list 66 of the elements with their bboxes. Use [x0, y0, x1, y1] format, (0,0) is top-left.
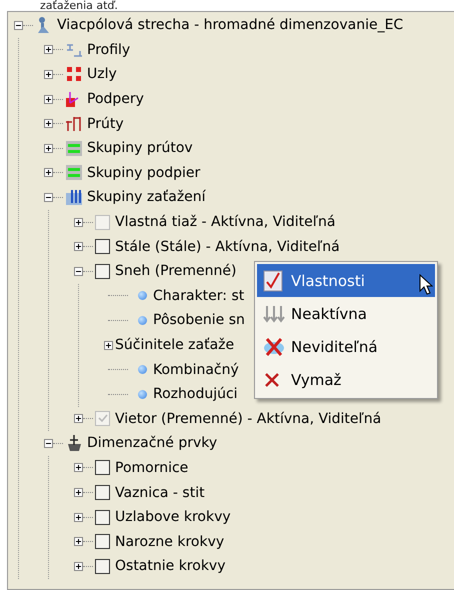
expand-toggle[interactable] [74, 562, 83, 571]
tree-item[interactable]: Rozhodujúci [153, 386, 238, 402]
collapse-toggle[interactable] [74, 266, 83, 276]
tree-item[interactable]: Uzlabove krokvy [115, 509, 231, 526]
tree-item[interactable]: Narozne krokvy [115, 534, 224, 550]
tree-item[interactable]: Ostatnie krokvy [115, 558, 226, 574]
checkbox[interactable] [95, 485, 110, 500]
profile-icon [65, 42, 83, 58]
expand-toggle[interactable] [44, 94, 53, 104]
expand-toggle[interactable] [104, 340, 113, 350]
tree-item[interactable]: Sneh (Premenné) [115, 263, 236, 280]
design-icon [65, 434, 83, 452]
checkbox[interactable] [95, 534, 110, 550]
checkbox[interactable] [95, 510, 110, 525]
expand-toggle[interactable] [74, 512, 83, 522]
tree-item[interactable]: Dimenzačné prvky [87, 435, 218, 452]
tree-item[interactable]: Skupiny zaťažení [87, 189, 206, 206]
tree-item[interactable]: Uzly [87, 66, 117, 82]
collapse-toggle[interactable] [14, 20, 23, 30]
property-dot-icon [138, 365, 147, 374]
collapse-toggle[interactable] [44, 438, 53, 448]
expand-toggle[interactable] [74, 488, 83, 498]
group-icon [65, 140, 83, 157]
checkmark-icon [263, 270, 283, 292]
tree-item[interactable]: Podpery [87, 91, 144, 108]
expand-toggle[interactable] [44, 45, 53, 54]
checkbox[interactable] [95, 460, 110, 476]
tree-item[interactable]: Viacpólová strecha - hromadné dimenzovanie_EC [57, 17, 404, 34]
expand-toggle[interactable] [74, 537, 83, 546]
property-dot-icon [138, 316, 147, 325]
property-dot-icon [138, 291, 147, 300]
expand-toggle[interactable] [44, 119, 53, 128]
cursor-icon [419, 274, 433, 295]
menu-item[interactable]: Neviditeľná [257, 330, 435, 363]
collapse-toggle[interactable] [44, 192, 53, 202]
expand-toggle[interactable] [44, 70, 53, 79]
expand-toggle[interactable] [44, 168, 53, 178]
tree-item[interactable]: Stále (Stále) - Aktívna, Viditeľná [115, 238, 340, 255]
tree-item[interactable]: Kombinačný [153, 362, 239, 378]
property-dot-icon [138, 390, 147, 399]
menu-item[interactable]: Vlastnosti [257, 264, 435, 297]
delete-icon [263, 370, 281, 388]
checkbox[interactable] [95, 239, 110, 254]
tree-item[interactable]: Vaznica - stit [115, 484, 205, 501]
menu-item[interactable]: Vymaž [257, 363, 435, 396]
members-icon [65, 115, 83, 132]
tree-item[interactable]: Prúty [87, 116, 124, 132]
nodes-icon [65, 66, 83, 82]
tree-item[interactable]: Pôsobenie sn [153, 312, 245, 328]
expand-toggle[interactable] [74, 242, 83, 252]
arrows-down-icon [263, 304, 285, 322]
tree-item[interactable]: Profily [87, 42, 130, 58]
load-group-icon [65, 188, 83, 206]
tree-item[interactable]: Súčinitele zaťaže [115, 337, 234, 354]
tree-item[interactable]: Skupiny prútov [87, 140, 193, 156]
tree-item[interactable]: Pomornice [115, 460, 188, 476]
expand-toggle[interactable] [44, 144, 53, 153]
caption-text: zaťaženia atď. [39, 0, 119, 11]
expand-toggle[interactable] [74, 463, 83, 472]
tree-item[interactable]: Skupiny podpier [87, 164, 200, 181]
tree-item[interactable]: Charakter: st [153, 288, 244, 304]
checkbox[interactable] [95, 558, 110, 574]
cross-icon [263, 336, 285, 356]
menu-item[interactable]: Neaktívna [257, 297, 435, 330]
group-icon [65, 164, 83, 182]
checkbox[interactable] [95, 264, 110, 279]
